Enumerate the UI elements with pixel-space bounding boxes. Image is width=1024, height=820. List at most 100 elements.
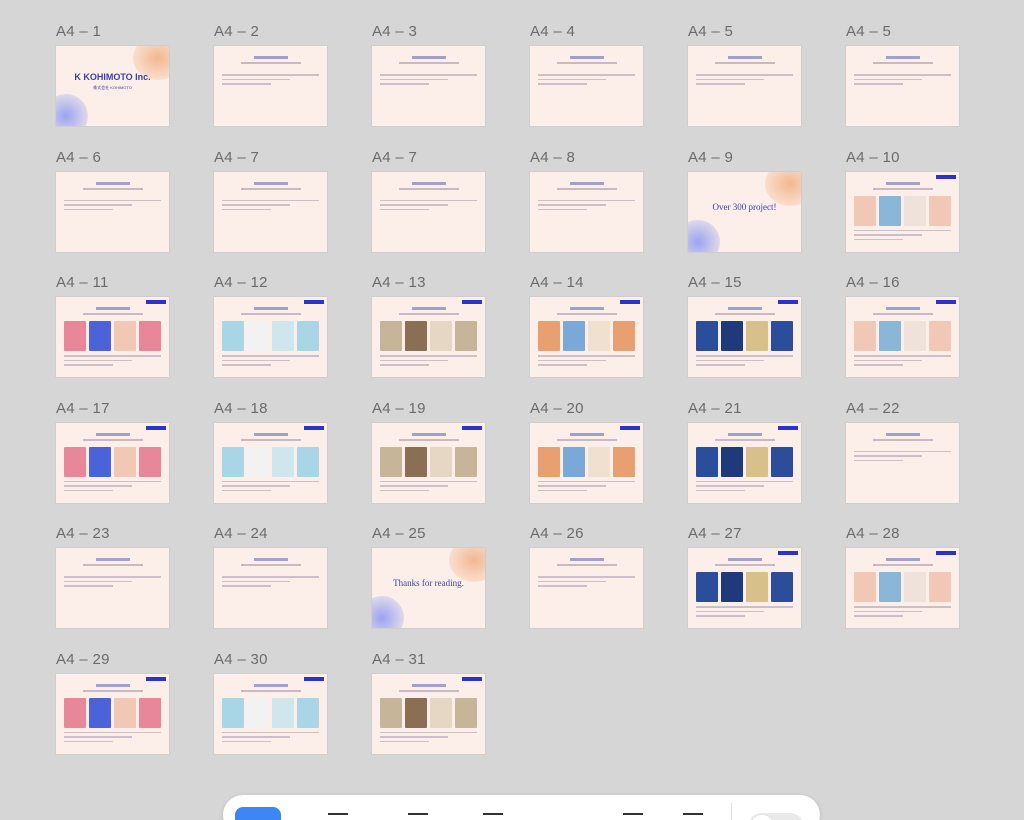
slide-title-bar	[411, 683, 446, 687]
slide-thumbnail[interactable]	[56, 548, 169, 628]
text-line	[696, 359, 764, 361]
gradient-blob	[765, 171, 801, 206]
text-line	[854, 229, 951, 231]
image-placeholder	[405, 446, 427, 477]
slide-subtitle-bar	[398, 62, 459, 64]
slide-thumbnail[interactable]	[214, 673, 327, 754]
slide-thumbnail[interactable]	[372, 46, 485, 126]
slide-thumbnail[interactable]	[688, 297, 801, 377]
slide-thumbnail[interactable]	[214, 171, 327, 252]
slide-thumbnail[interactable]	[214, 297, 327, 377]
slide-images	[380, 446, 477, 477]
slide-cell[interactable]: A4 – 20	[530, 399, 643, 525]
slide-cell[interactable]: A4 – 8	[530, 148, 643, 274]
slide-thumbnail[interactable]	[372, 297, 485, 377]
text-line	[538, 585, 587, 587]
slide-cell[interactable]: A4 – 14	[530, 273, 643, 399]
slide-title: Over 300 project!	[712, 201, 777, 212]
slide-subtitle-bar	[82, 689, 143, 692]
slide-cell[interactable]: A4 – 9 Over 300 project!	[688, 148, 801, 274]
slide-cell[interactable]: A4 – 22	[846, 399, 959, 525]
slide-title-bar	[253, 432, 288, 436]
slide-cell[interactable]: A4 – 6	[56, 148, 169, 274]
text-line	[222, 480, 319, 482]
slide-thumbnail[interactable]	[846, 171, 959, 252]
slide-cell[interactable]: A4 – 17	[56, 399, 169, 525]
slide-cell[interactable]: A4 – 13	[372, 273, 485, 399]
slide-thumbnail[interactable]	[214, 422, 327, 503]
slide-images	[538, 446, 635, 477]
slide-thumbnail[interactable]: K KOHIMOTO Inc. 株式会社 KOHIMOTO	[56, 46, 169, 126]
slide-cell[interactable]: A4 – 3	[372, 22, 485, 148]
slide-cell[interactable]: A4 – 16	[846, 273, 959, 399]
image-placeholder	[721, 321, 743, 351]
slide-thumbnail[interactable]	[530, 46, 643, 126]
image-placeholder	[114, 321, 136, 351]
slide-cell[interactable]: A4 – 5	[688, 22, 801, 148]
text-line	[538, 204, 606, 206]
more-tool-button[interactable]	[683, 813, 703, 820]
slide-cell[interactable]: A4 – 31	[372, 650, 485, 776]
slide-thumbnail[interactable]	[530, 422, 643, 503]
slide-thumbnail[interactable]	[530, 297, 643, 377]
comment-tool-button[interactable]	[623, 813, 643, 820]
slide-cell[interactable]: A4 – 12	[214, 273, 327, 399]
slide-thumbnail[interactable]	[56, 422, 169, 503]
slide-cell[interactable]: A4 – 7	[372, 148, 485, 274]
slide-cell[interactable]: A4 – 2	[214, 22, 327, 148]
slide-cell[interactable]: A4 – 1 K KOHIMOTO Inc. 株式会社 KOHIMOTO	[56, 22, 169, 148]
slide-thumbnail[interactable]: Over 300 project!	[688, 171, 801, 252]
slide-cell[interactable]: A4 – 25 Thanks for reading.	[372, 524, 485, 650]
slide-label: A4 – 17	[56, 399, 110, 417]
slide-cell[interactable]: A4 – 10	[846, 148, 959, 274]
slide-thumbnail[interactable]	[530, 171, 643, 252]
select-tool-button[interactable]	[235, 807, 281, 820]
slide-title-bar	[95, 558, 130, 561]
slide-thumbnail[interactable]	[56, 171, 169, 252]
slide-thumbnail[interactable]	[688, 422, 801, 503]
slide-cell[interactable]: A4 – 15	[688, 273, 801, 399]
slide-thumbnail[interactable]	[846, 46, 959, 126]
slide-thumbnail[interactable]: Thanks for reading.	[372, 548, 485, 628]
slide-cell[interactable]: A4 – 28	[846, 524, 959, 650]
image-placeholder	[929, 572, 951, 602]
slide-title-bar	[95, 683, 130, 687]
image-placeholder	[89, 321, 111, 351]
slide-thumbnail[interactable]	[372, 171, 485, 252]
slide-cell[interactable]: A4 – 29	[56, 650, 169, 776]
slide-thumbnail[interactable]	[214, 46, 327, 126]
slide-thumbnail[interactable]	[56, 673, 169, 754]
slide-cell[interactable]: A4 – 26	[530, 524, 643, 650]
slide-thumbnail[interactable]	[688, 548, 801, 628]
frame-tool-button[interactable]	[408, 813, 428, 820]
slide-thumbnail[interactable]	[846, 297, 959, 377]
slide-thumbnail[interactable]	[372, 673, 485, 754]
slide-cell[interactable]: A4 – 18	[214, 399, 327, 525]
mode-toggle[interactable]	[748, 813, 804, 820]
image-placeholder	[272, 446, 294, 477]
slide-cell[interactable]: A4 – 19	[372, 399, 485, 525]
slide-thumbnail[interactable]	[56, 297, 169, 377]
slide-cell[interactable]: A4 – 27	[688, 524, 801, 650]
slide-cell[interactable]: A4 – 7	[214, 148, 327, 274]
slide-cell[interactable]: A4 – 11	[56, 273, 169, 399]
slide-images	[64, 697, 161, 728]
hand-tool-button[interactable]	[328, 813, 348, 820]
slide-thumbnail[interactable]	[846, 422, 959, 503]
slide-cell[interactable]: A4 – 21	[688, 399, 801, 525]
slide-cell[interactable]: A4 – 30	[214, 650, 327, 776]
slide-cell[interactable]: A4 – 5	[846, 22, 959, 148]
slide-thumbnail[interactable]	[846, 548, 959, 628]
slide-thumbnail[interactable]	[530, 548, 643, 628]
slide-cell[interactable]: A4 – 24	[214, 524, 327, 650]
work-tag	[778, 551, 798, 555]
slide-label: A4 – 3	[372, 23, 418, 40]
pen-tool-button[interactable]	[483, 813, 503, 820]
slide-thumbnail[interactable]	[214, 548, 327, 628]
slide-thumbnail[interactable]	[688, 46, 801, 126]
slide-cell[interactable]: A4 – 4	[530, 22, 643, 148]
image-placeholder	[139, 697, 161, 728]
text-line	[380, 78, 448, 80]
slide-cell[interactable]: A4 – 23	[56, 524, 169, 650]
slide-thumbnail[interactable]	[372, 422, 485, 503]
